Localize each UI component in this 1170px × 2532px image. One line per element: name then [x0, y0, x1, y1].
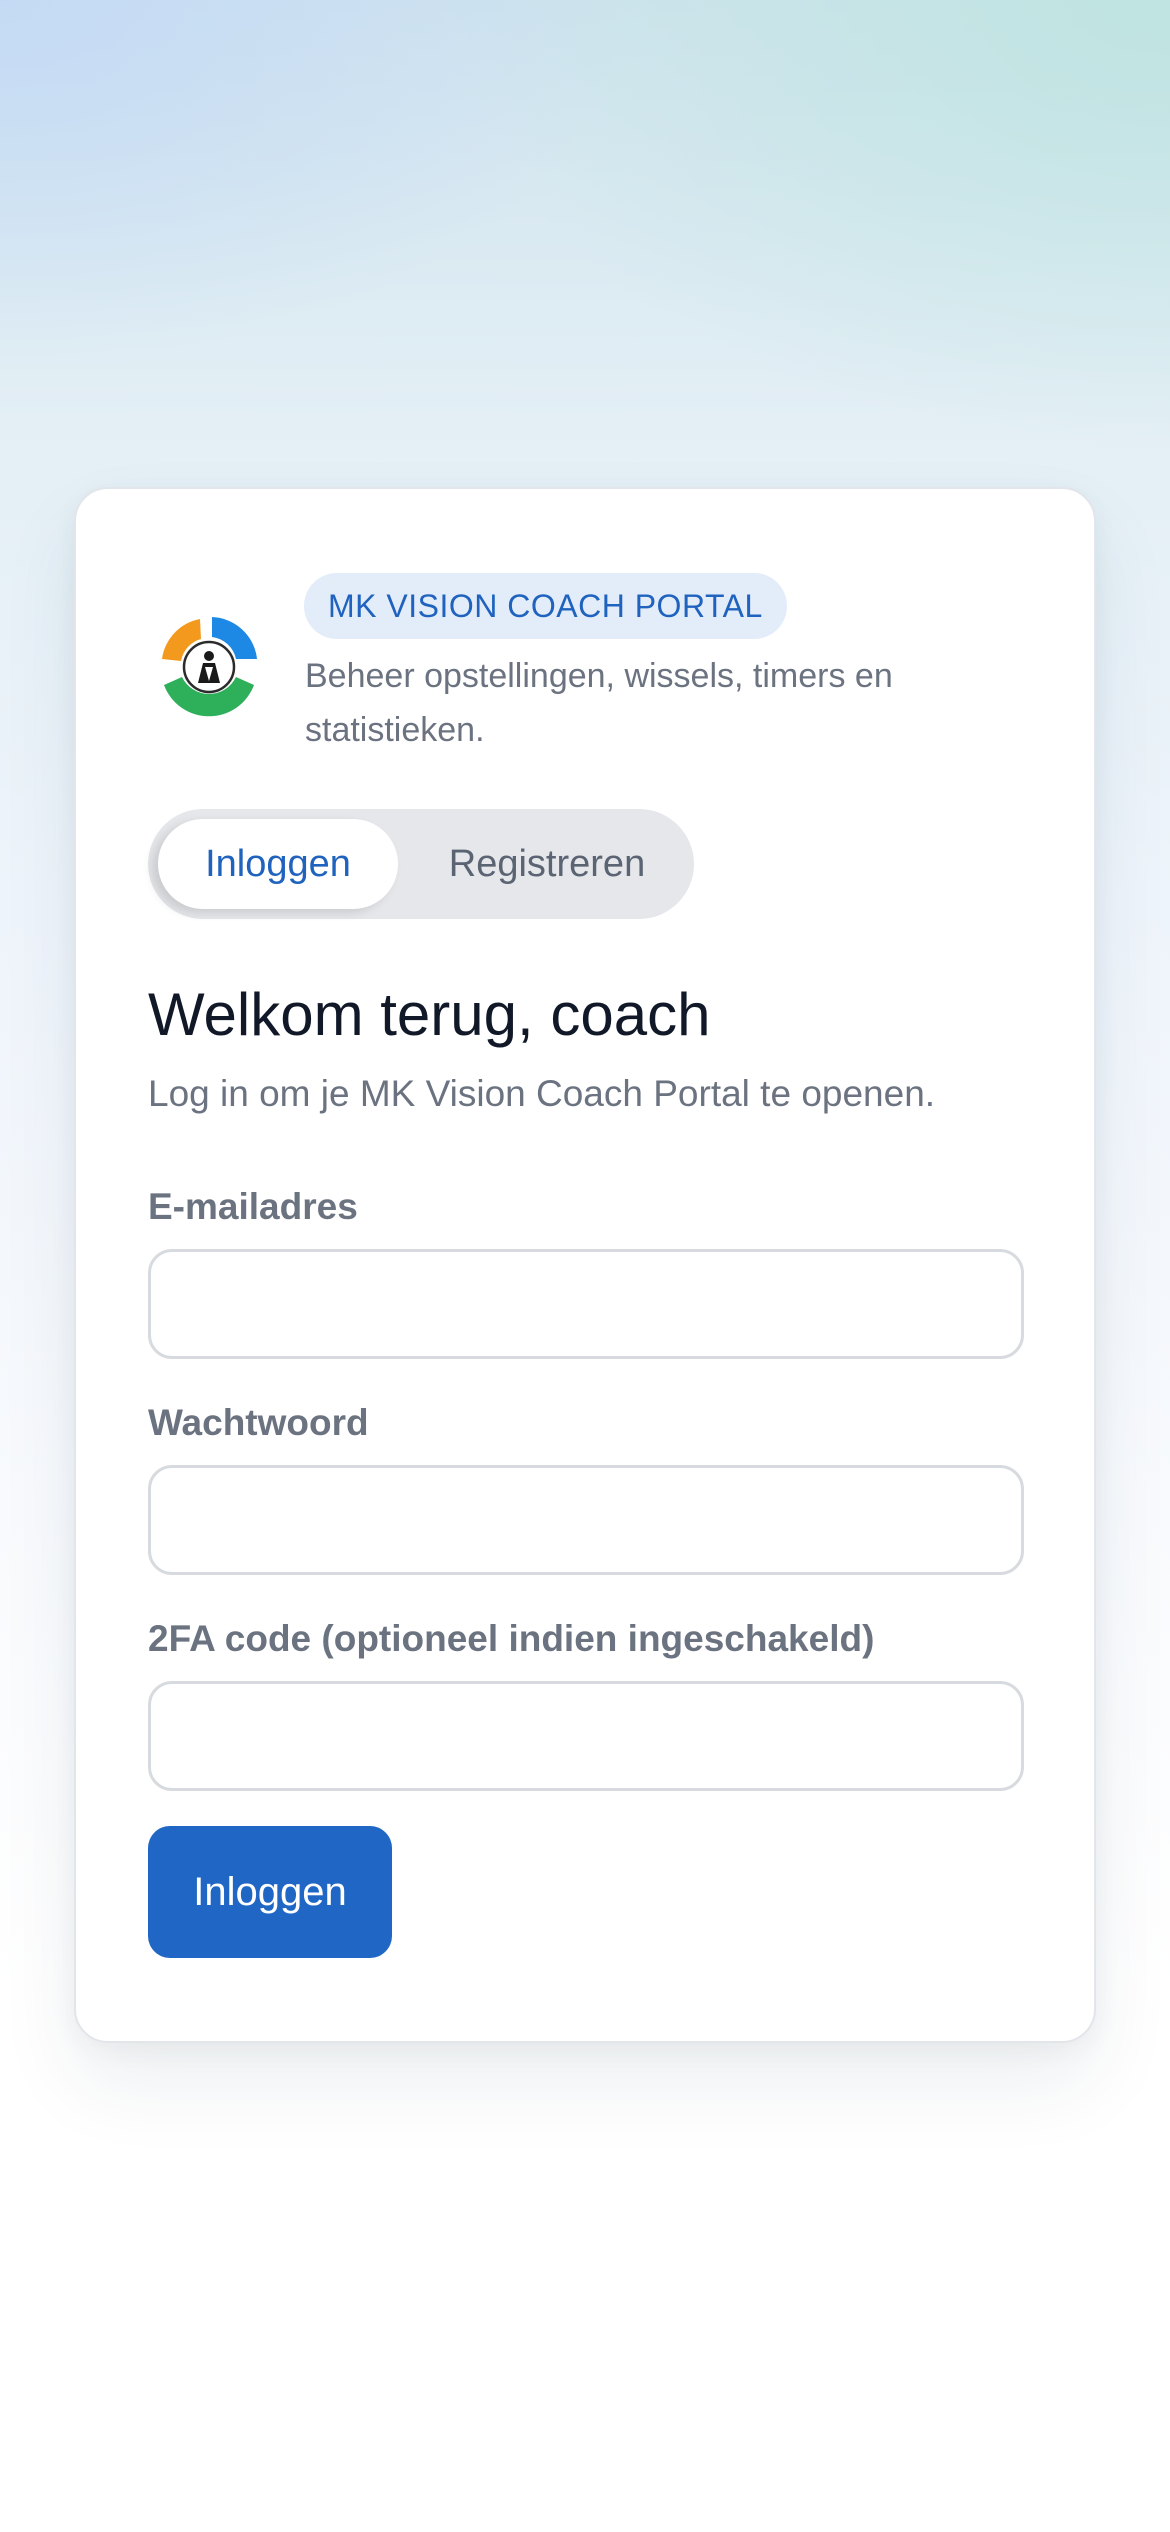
password-field[interactable]: [148, 1465, 1024, 1575]
page-lead: Log in om je MK Vision Coach Portal te o…: [148, 1073, 936, 1114]
portal-badge: MK VISION COACH PORTAL: [304, 573, 787, 639]
email-label: E-mailadres: [148, 1186, 358, 1227]
login-card: MK VISION COACH PORTAL Beheer opstelling…: [74, 487, 1096, 2043]
page-title: Welkom terug, coach: [148, 981, 711, 1048]
portal-subtitle: Beheer opstellingen, wissels, timers en …: [305, 657, 893, 749]
auth-tab-switch: Inloggen Registreren: [148, 809, 694, 919]
email-field[interactable]: [148, 1249, 1024, 1359]
password-label: Wachtwoord: [148, 1402, 369, 1443]
twofa-code-field[interactable]: [148, 1681, 1024, 1791]
mk-vision-logo: [162, 617, 257, 717]
tab-login[interactable]: Inloggen: [158, 819, 398, 909]
twofa-label: 2FA code (optioneel indien ingeschakeld): [148, 1618, 875, 1659]
tab-register[interactable]: Registreren: [410, 819, 684, 909]
login-submit-button[interactable]: Inloggen: [148, 1826, 392, 1958]
